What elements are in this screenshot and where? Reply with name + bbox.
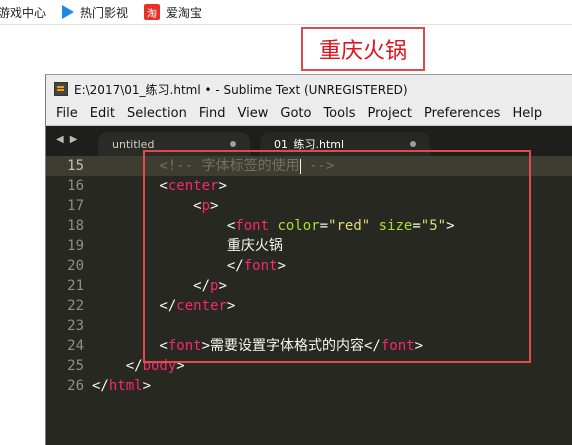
line-number: 23: [67, 318, 84, 334]
rendered-output-box: 重庆火锅: [301, 27, 425, 71]
line-number: 21: [67, 278, 84, 294]
menu-view[interactable]: View: [232, 103, 275, 125]
taobao-icon: 淘: [144, 4, 161, 20]
bookmark-label: 游戏中心: [0, 5, 47, 20]
code-line[interactable]: </body>: [92, 356, 572, 376]
bookmark-game-center[interactable]: 游戏中心: [0, 0, 46, 24]
code-line[interactable]: </html>: [92, 376, 572, 396]
line-number: 26: [67, 378, 84, 394]
tab-bar: ◀▶ untitled 01_练习.html: [46, 126, 572, 156]
menubar: File Edit Selection Find View Goto Tools…: [46, 103, 572, 126]
code-editor[interactable]: 15 16 17 18 19 20 21 22 23 24 25 26 <!-- 字体标签的使用 --…: [46, 156, 572, 416]
window-title: E:\2017\01_练习.html • - Sublime Text (UNR…: [74, 82, 408, 97]
tab-label: untitled: [112, 137, 155, 151]
tab-untitled[interactable]: untitled: [98, 132, 250, 156]
menu-find[interactable]: Find: [193, 103, 232, 125]
code-line[interactable]: [92, 316, 572, 336]
line-number: 25: [67, 358, 84, 374]
code-line[interactable]: </font>: [92, 256, 572, 276]
line-number: 19: [67, 238, 84, 254]
menu-file[interactable]: File: [46, 103, 84, 125]
menu-help[interactable]: Help: [506, 103, 548, 125]
bookmark-label: 热门影视: [80, 5, 129, 20]
unsaved-dot-icon[interactable]: [230, 141, 236, 147]
line-number: 20: [67, 258, 84, 274]
code-line[interactable]: <font color="red" size="5">: [92, 216, 572, 236]
bookmark-movies[interactable]: 热门影视: [62, 0, 128, 24]
menu-project[interactable]: Project: [361, 103, 417, 125]
tab-nav-arrows-icon[interactable]: ◀▶: [56, 134, 83, 145]
line-number-gutter: 15 16 17 18 19 20 21 22 23 24 25 26: [46, 156, 92, 396]
line-number: 16: [67, 178, 84, 194]
menu-edit[interactable]: Edit: [84, 103, 121, 125]
play-icon: [62, 5, 75, 19]
code-line[interactable]: <!-- 字体标签的使用 -->: [92, 156, 572, 176]
tab-01-lianxi[interactable]: 01_练习.html: [260, 132, 430, 156]
menu-tools[interactable]: Tools: [317, 103, 361, 125]
menu-selection[interactable]: Selection: [121, 103, 193, 125]
tab-label: 01_练习.html: [274, 138, 345, 151]
code-line[interactable]: </center>: [92, 296, 572, 316]
unsaved-dot-icon[interactable]: [410, 141, 416, 147]
code-line[interactable]: <font>需要设置字体格式的内容</font>: [92, 336, 572, 356]
line-number: 17: [67, 198, 84, 214]
line-number: 24: [67, 338, 84, 354]
bookmark-taobao[interactable]: 淘 爱淘宝: [144, 0, 202, 24]
rendered-text: 重庆火锅: [318, 39, 407, 64]
code-area[interactable]: <!-- 字体标签的使用 --> <center> <p> <font colo…: [92, 156, 572, 396]
line-number: 22: [67, 298, 84, 314]
sublime-window: E:\2017\01_练习.html • - Sublime Text (UNR…: [45, 74, 572, 445]
bookmark-label: 爱淘宝: [166, 5, 203, 20]
menu-preferences[interactable]: Preferences: [418, 103, 506, 125]
line-number: 18: [67, 218, 84, 234]
line-number: 15: [46, 156, 92, 176]
code-line[interactable]: <center>: [92, 176, 572, 196]
sublime-app-icon: [54, 82, 68, 96]
menu-goto[interactable]: Goto: [274, 103, 317, 125]
code-line[interactable]: 重庆火锅: [92, 236, 572, 256]
bookmarks-bar: 游戏中心 热门影视 淘 爱淘宝: [0, 0, 572, 25]
code-line[interactable]: <p>: [92, 196, 572, 216]
window-titlebar[interactable]: E:\2017\01_练习.html • - Sublime Text (UNR…: [46, 75, 572, 103]
code-line[interactable]: </p>: [92, 276, 572, 296]
